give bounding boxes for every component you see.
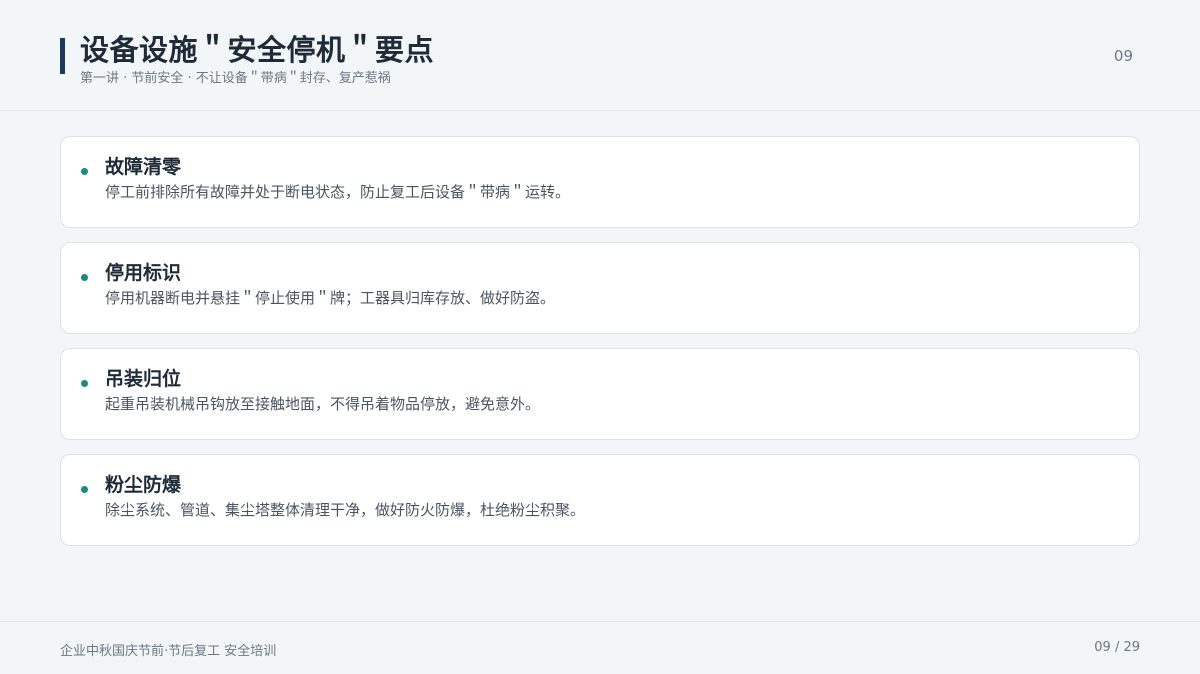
point-card-out-of-service-tag: 停用标识 停用机器断电并悬挂＂停止使用＂牌；工器具归库存放、做好防盗。 bbox=[60, 242, 1140, 334]
point-card-description: 除尘系统、管道、集尘塔整体清理干净，做好防火防爆，杜绝粉尘积聚。 bbox=[105, 501, 586, 519]
point-card-title: 故障清零 bbox=[105, 156, 182, 178]
slide-footer: 企业中秋国庆节前·节后复工 安全培训 09 / 29 bbox=[0, 621, 1200, 674]
point-card-title: 粉尘防爆 bbox=[105, 474, 182, 496]
footer-page-indicator: 09 / 29 bbox=[1094, 640, 1140, 655]
point-card-description: 起重吊装机械吊钩放至接触地面，不得吊着物品停放，避免意外。 bbox=[105, 395, 541, 413]
footer-course-title: 企业中秋国庆节前·节后复工 安全培训 bbox=[60, 644, 277, 659]
bullet-dot-icon bbox=[81, 168, 88, 175]
bullet-dot-icon bbox=[81, 380, 88, 387]
title-accent-bar bbox=[60, 38, 65, 74]
page-subtitle: 第一讲 · 节前安全 · 不让设备＂带病＂封存、复产惹祸 bbox=[80, 71, 391, 86]
point-card-description: 停用机器断电并悬挂＂停止使用＂牌；工器具归库存放、做好防盗。 bbox=[105, 289, 556, 307]
bullet-dot-icon bbox=[81, 486, 88, 493]
point-card-dust-explosion: 粉尘防爆 除尘系统、管道、集尘塔整体清理干净，做好防火防爆，杜绝粉尘积聚。 bbox=[60, 454, 1140, 546]
bullet-dot-icon bbox=[81, 274, 88, 281]
key-points-list: 故障清零 停工前排除所有故障并处于断电状态，防止复工后设备＂带病＂运转。 停用标… bbox=[60, 136, 1140, 560]
point-card-fault-clear: 故障清零 停工前排除所有故障并处于断电状态，防止复工后设备＂带病＂运转。 bbox=[60, 136, 1140, 228]
page-title: 设备设施＂安全停机＂要点 bbox=[80, 33, 435, 67]
point-card-title: 吊装归位 bbox=[105, 368, 182, 390]
point-card-title: 停用标识 bbox=[105, 262, 182, 284]
page-number: 09 bbox=[1113, 47, 1133, 65]
point-card-hoist-reset: 吊装归位 起重吊装机械吊钩放至接触地面，不得吊着物品停放，避免意外。 bbox=[60, 348, 1140, 440]
slide-header: 设备设施＂安全停机＂要点 第一讲 · 节前安全 · 不让设备＂带病＂封存、复产惹… bbox=[0, 0, 1200, 111]
point-card-description: 停工前排除所有故障并处于断电状态，防止复工后设备＂带病＂运转。 bbox=[105, 183, 571, 201]
